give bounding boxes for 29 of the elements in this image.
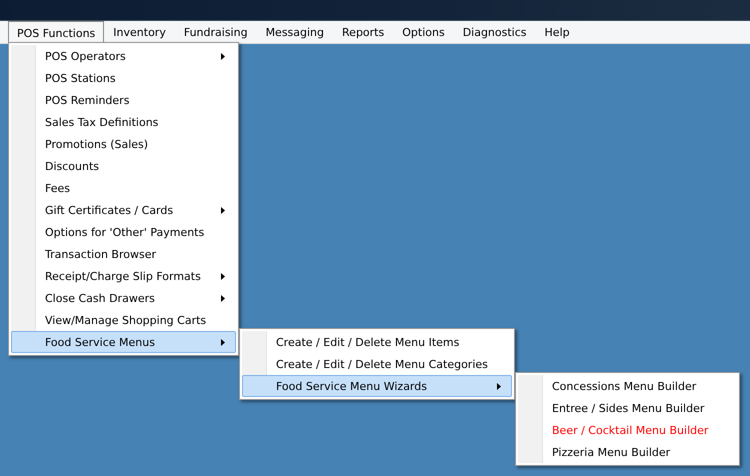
- menu-item[interactable]: Pizzeria Menu Builder: [518, 441, 737, 463]
- menu-tab[interactable]: Reports: [333, 21, 394, 43]
- menu-item[interactable]: Fees: [11, 177, 236, 199]
- menu-item[interactable]: Discounts: [11, 155, 236, 177]
- menu-item[interactable]: Sales Tax Definitions: [11, 111, 236, 133]
- menu-tab[interactable]: Fundraising: [174, 21, 257, 43]
- menu-item[interactable]: Food Service Menu Wizards: [242, 375, 512, 397]
- menu-item[interactable]: POS Operators: [11, 45, 236, 67]
- menu-item[interactable]: Beer / Cocktail Menu Builder: [518, 419, 737, 441]
- menu-item[interactable]: Promotions (Sales): [11, 133, 236, 155]
- menu-tab[interactable]: Inventory: [104, 21, 175, 43]
- menu-item[interactable]: Create / Edit / Delete Menu Items: [242, 331, 512, 353]
- menu-item[interactable]: Food Service Menus: [11, 331, 236, 353]
- menu-item[interactable]: View/Manage Shopping Carts: [11, 309, 236, 331]
- menu-tab[interactable]: Help: [536, 21, 579, 43]
- menu-tab[interactable]: POS Functions: [8, 21, 104, 44]
- menu-item[interactable]: Create / Edit / Delete Menu Categories: [242, 353, 512, 375]
- menu-item[interactable]: Options for 'Other' Payments: [11, 221, 236, 243]
- menu-tab[interactable]: Messaging: [256, 21, 334, 43]
- menu-tab[interactable]: Options: [393, 21, 454, 43]
- menu-item[interactable]: Receipt/Charge Slip Formats: [11, 265, 236, 287]
- menu-item[interactable]: Transaction Browser: [11, 243, 236, 265]
- menu-item[interactable]: Gift Certificates / Cards: [11, 199, 236, 221]
- menu-item[interactable]: POS Stations: [11, 67, 236, 89]
- menu-item[interactable]: Close Cash Drawers: [11, 287, 236, 309]
- menu-tab[interactable]: Diagnostics: [454, 21, 536, 43]
- menu-item[interactable]: Concessions Menu Builder: [518, 375, 737, 397]
- menu-item[interactable]: Entree / Sides Menu Builder: [518, 397, 737, 419]
- menu-item[interactable]: POS Reminders: [11, 89, 236, 111]
